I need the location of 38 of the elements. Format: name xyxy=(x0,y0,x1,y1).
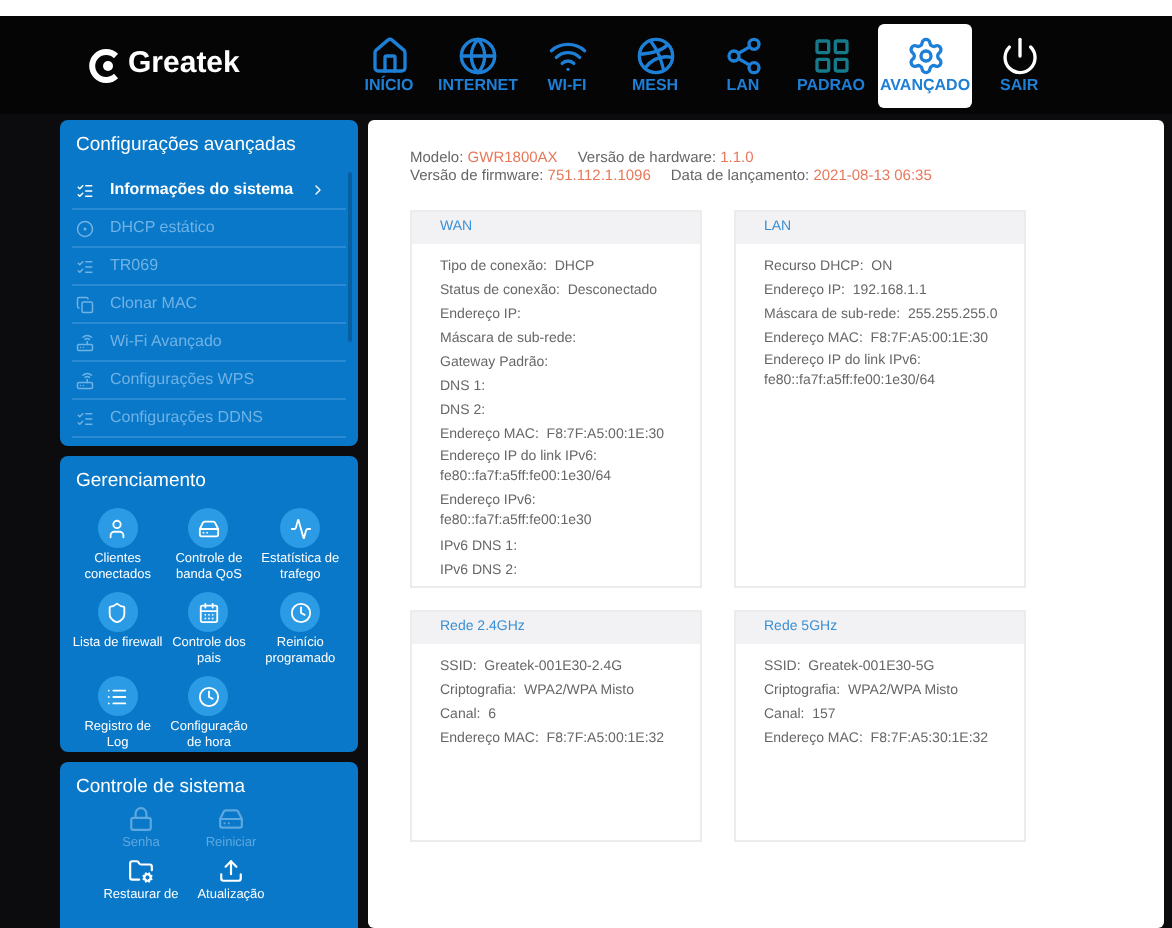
section-title: Controle de sistema xyxy=(74,774,247,802)
nav-tab[interactable]: INÍCIO xyxy=(348,23,430,107)
nav-tab[interactable]: AVANÇADO xyxy=(878,23,973,107)
folder-icon xyxy=(128,858,154,885)
list-icon xyxy=(76,181,94,200)
logo-text: Greatek xyxy=(128,44,240,85)
pulse-icon xyxy=(289,517,312,540)
shield-icon xyxy=(106,601,129,624)
lock-icon xyxy=(128,806,154,833)
clock-icon xyxy=(289,601,312,624)
power-icon xyxy=(999,35,1040,75)
nav-tab[interactable]: PADRAO xyxy=(790,23,872,107)
logo-icon xyxy=(88,47,124,83)
nav-tab[interactable]: LAN xyxy=(702,23,784,107)
upload-icon xyxy=(218,858,244,885)
section-title: Gerenciamento xyxy=(74,468,208,496)
nav-tab[interactable]: INTERNET xyxy=(436,23,520,107)
nav-tab[interactable]: MESH xyxy=(614,23,696,107)
router-icon xyxy=(76,371,94,390)
device-icon xyxy=(218,806,244,833)
clock-icon xyxy=(197,685,220,708)
home-icon xyxy=(369,35,409,75)
calendar-icon xyxy=(197,601,220,624)
menu-item[interactable]: Informações do sistema xyxy=(72,172,346,211)
nav-tab[interactable]: WI-FI xyxy=(526,23,608,107)
nav-tab[interactable]: SAIR xyxy=(978,23,1061,107)
router-icon xyxy=(76,333,94,352)
list-icon xyxy=(76,409,94,428)
globe-icon xyxy=(458,35,498,75)
log-icon xyxy=(106,685,129,708)
user-icon xyxy=(106,517,129,540)
gear-icon xyxy=(905,35,946,75)
copy-icon xyxy=(76,295,94,314)
section-title: Configurações avançadas xyxy=(74,132,298,160)
grid-icon xyxy=(811,35,851,75)
network-icon xyxy=(723,35,763,75)
target-icon xyxy=(76,219,94,238)
list-icon xyxy=(76,257,94,276)
